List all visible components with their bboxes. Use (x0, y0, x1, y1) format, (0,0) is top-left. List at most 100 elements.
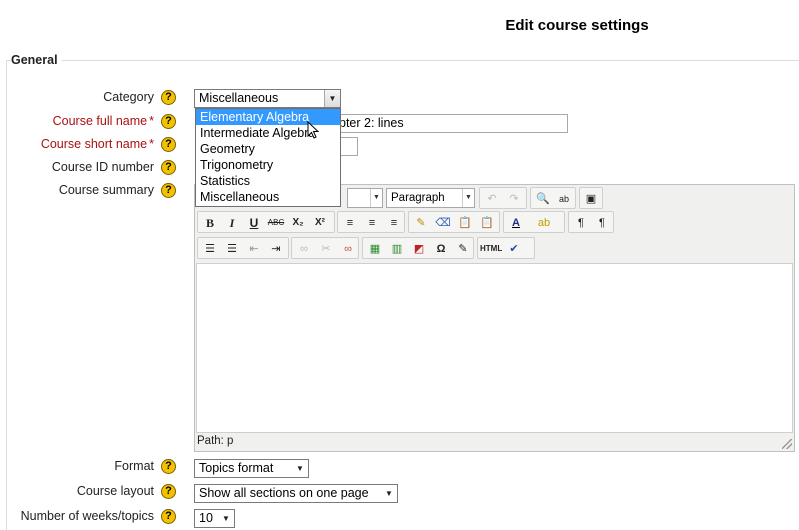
fullscreen-icon[interactable]: ▣ (581, 190, 601, 208)
dropdown-option-trigonometry[interactable]: Trigonometry (196, 157, 340, 173)
required-mark: * (149, 137, 154, 151)
unlink-icon[interactable]: ✂ (316, 240, 336, 258)
color-group: A ab (503, 211, 565, 233)
indent-icon[interactable]: ⇥ (266, 240, 286, 258)
weeks-select[interactable]: 10 ▼ (194, 509, 235, 528)
format-select[interactable]: Topics format ▼ (194, 459, 309, 478)
paragraph-format-select[interactable]: Paragraph ▼ (386, 188, 475, 208)
chevron-down-icon: ▼ (462, 189, 474, 207)
editor-content-area[interactable] (196, 263, 793, 433)
undo-icon[interactable]: ↶ (482, 190, 502, 208)
dropdown-option-geometry[interactable]: Geometry (196, 141, 340, 157)
search-group: 🔍 ab (530, 187, 576, 209)
help-icon[interactable]: ? (161, 90, 176, 105)
help-icon[interactable]: ? (161, 114, 176, 129)
category-label: Category (103, 90, 154, 104)
clipboard-group: ✎ ⌫ 📋 📋 (408, 211, 500, 233)
mouse-cursor-icon (307, 121, 319, 139)
numbered-list-icon[interactable]: ☰ (222, 240, 242, 258)
bold-icon[interactable]: B (200, 214, 220, 232)
chevron-down-icon: ▼ (385, 489, 393, 498)
html-source-icon[interactable]: HTML (480, 240, 502, 258)
format-label: Format (114, 459, 154, 473)
dropdown-option-statistics[interactable]: Statistics (196, 173, 340, 189)
font-size-select[interactable]: ▼ (347, 188, 383, 208)
resize-grip-icon[interactable] (782, 439, 792, 449)
fieldset-border (6, 60, 799, 61)
fieldset-border-left (6, 60, 7, 530)
chevron-down-icon: ▼ (370, 189, 382, 207)
find-replace-icon[interactable]: ab (554, 190, 574, 208)
weeks-label: Number of weeks/topics (20, 509, 154, 523)
outdent-icon[interactable]: ⇤ (244, 240, 264, 258)
editor-path: Path: p (197, 435, 234, 447)
layout-select[interactable]: Show all sections on one page ▼ (194, 484, 398, 503)
align-center-icon[interactable]: ≡ (362, 214, 382, 232)
list-group: ☰ ☰ ⇤ ⇥ (197, 237, 289, 259)
rtl-icon[interactable]: ¶ (592, 214, 612, 232)
link-group: ∞ ✂ ∞ (291, 237, 359, 259)
text-style-group: B I U ABC X₂ X² (197, 211, 335, 233)
editor-toolbar-row-3: ☰ ☰ ⇤ ⇥ ∞ ✂ ∞ ▦ ▥ ◩ Ω ✎ HTML ✔ (197, 237, 794, 259)
italic-icon[interactable]: I (222, 214, 242, 232)
shortname-label: Course short name * (40, 137, 154, 151)
insert-group: ▦ ▥ ◩ Ω ✎ (362, 237, 474, 259)
fullname-label: Course full name * (52, 114, 154, 128)
align-left-icon[interactable]: ≡ (340, 214, 360, 232)
dropdown-option-miscellaneous[interactable]: Miscellaneous (196, 189, 340, 205)
ltr-icon[interactable]: ¶ (571, 214, 591, 232)
paste-text-icon[interactable]: 📋 (455, 214, 475, 232)
summary-editor: ▼ Paragraph ▼ ↶ ↷ 🔍 ab ▣ B I U ABC X₂ X² (194, 184, 795, 452)
spellcheck-icon[interactable]: ✔ (504, 240, 524, 258)
strikethrough-icon[interactable]: ABC (266, 214, 286, 232)
help-icon[interactable]: ? (161, 183, 176, 198)
help-icon[interactable]: ? (161, 509, 176, 524)
weeks-selected-value: 10 (199, 511, 213, 525)
find-icon[interactable]: 🔍 (533, 190, 553, 208)
eraser-icon[interactable]: ⌫ (433, 214, 453, 232)
subscript-icon[interactable]: X₂ (288, 214, 308, 232)
category-selected-value: Miscellaneous (199, 91, 279, 105)
summary-label: Course summary (58, 183, 154, 197)
bullet-list-icon[interactable]: ☰ (200, 240, 220, 258)
align-group: ≡ ≡ ≡ (337, 211, 405, 233)
paste-word-icon[interactable]: 📋 (477, 214, 497, 232)
text-color-icon[interactable]: A (506, 214, 526, 232)
redo-icon[interactable]: ↷ (504, 190, 524, 208)
help-icon[interactable]: ? (161, 160, 176, 175)
chevron-down-icon: ▼ (296, 464, 304, 473)
fullname-input[interactable]: pter 2: lines (335, 114, 568, 133)
edit-icon[interactable]: ✎ (453, 240, 473, 258)
direction-group: ¶ ¶ (568, 211, 614, 233)
moodle-media-icon[interactable]: ◩ (409, 240, 429, 258)
category-dropdown-list: Elementary Algebra Intermediate Algebra … (195, 108, 341, 207)
superscript-icon[interactable]: X² (310, 214, 330, 232)
format-selected-value: Topics format (199, 461, 274, 475)
highlight-color-icon[interactable]: ab (534, 214, 554, 232)
paragraph-format-value: Paragraph (391, 192, 445, 204)
fullscreen-group: ▣ (579, 187, 603, 209)
special-char-icon[interactable]: Ω (431, 240, 451, 258)
fullname-value: pter 2: lines (339, 116, 404, 130)
page-title: Edit course settings (505, 17, 649, 34)
help-icon[interactable]: ? (161, 137, 176, 152)
image-icon[interactable]: ▦ (365, 240, 385, 258)
html-group: HTML ✔ (477, 237, 535, 259)
underline-icon[interactable]: U (244, 214, 264, 232)
clean-icon[interactable]: ✎ (411, 214, 431, 232)
layout-label: Course layout (76, 484, 154, 498)
align-right-icon[interactable]: ≡ (384, 214, 404, 232)
help-icon[interactable]: ? (161, 484, 176, 499)
link-icon[interactable]: ∞ (294, 240, 314, 258)
chevron-down-icon: ▼ (324, 90, 340, 107)
layout-selected-value: Show all sections on one page (199, 486, 369, 500)
chevron-down-icon: ▼ (222, 514, 230, 523)
nolink-icon[interactable]: ∞ (338, 240, 358, 258)
required-mark: * (149, 114, 154, 128)
category-select[interactable]: Miscellaneous ▼ (194, 89, 341, 108)
help-icon[interactable]: ? (161, 459, 176, 474)
media-icon[interactable]: ▥ (387, 240, 407, 258)
idnumber-label: Course ID number (51, 160, 154, 174)
undo-redo-group: ↶ ↷ (479, 187, 527, 209)
section-legend: General (11, 53, 62, 67)
